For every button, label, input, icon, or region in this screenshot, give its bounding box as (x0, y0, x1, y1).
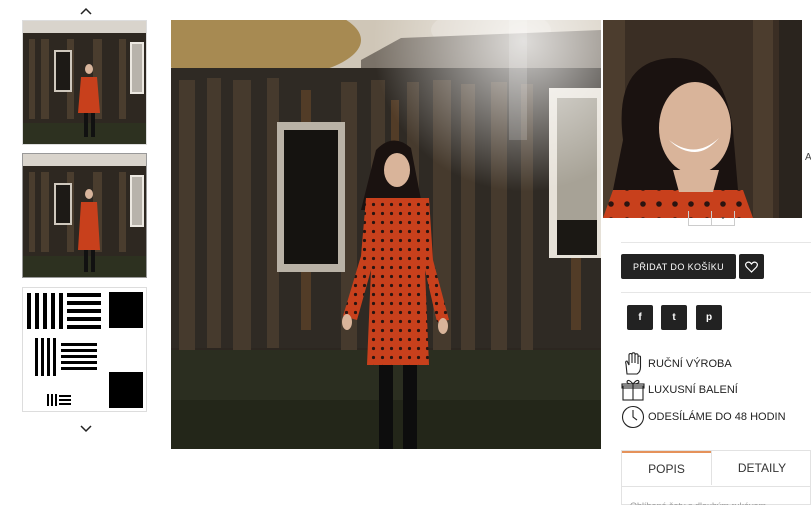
pinterest-icon: p (705, 312, 713, 323)
tab-description[interactable]: POPIS (622, 451, 711, 485)
feature-luxury-packaging-label: LUXUSNÍ BALENÍ (648, 384, 738, 396)
thumbnail-pattern-3 (23, 288, 146, 411)
product-page: ⌄ AS PŘIDAT DO KOŠÍKU f t p RUČNÍ VÝROBA… (0, 0, 811, 505)
main-product-image[interactable] (171, 20, 601, 449)
quantity-decrease-icon[interactable]: ⌄ (712, 211, 734, 225)
clock-icon (621, 405, 645, 429)
divider (621, 242, 811, 243)
quantity-stepper[interactable]: ⌄ (688, 211, 735, 226)
add-to-cart-button[interactable]: PŘIDAT DO KOŠÍKU (621, 254, 736, 279)
zoom-photo (603, 20, 802, 218)
wishlist-button[interactable] (739, 254, 764, 279)
twitter-share-button[interactable]: t (661, 305, 687, 330)
thumbnail-2[interactable] (22, 153, 147, 278)
tab-details[interactable]: DETAILY (711, 451, 811, 485)
twitter-icon: t (672, 312, 676, 323)
feature-handmade: RUČNÍ VÝROBA (621, 352, 732, 376)
chevron-up-icon (80, 7, 92, 15)
pinterest-share-button[interactable]: p (696, 305, 722, 330)
facebook-icon: f (638, 312, 642, 323)
thumbnail-3[interactable] (22, 287, 147, 412)
thumbnails-up-button[interactable] (72, 3, 100, 19)
thumbnail-photo-2 (23, 154, 146, 277)
product-tabs: POPIS DETAILY Oblíbené šaty s dlouhým ru… (621, 450, 811, 505)
thumbnails-down-button[interactable] (72, 421, 100, 437)
chevron-down-icon (80, 425, 92, 433)
feature-shipping-label: ODESÍLÁME DO 48 HODIN (648, 411, 786, 423)
heart-icon (745, 261, 758, 273)
feature-luxury-packaging: LUXUSNÍ BALENÍ (621, 378, 738, 402)
facebook-share-button[interactable]: f (627, 305, 653, 330)
feature-handmade-label: RUČNÍ VÝROBA (648, 358, 732, 370)
feature-shipping: ODESÍLÁME DO 48 HODIN (621, 405, 786, 429)
variant-label-fragment: AS (805, 152, 811, 163)
zoom-preview (603, 20, 802, 218)
divider (621, 292, 811, 293)
thumbnail-1[interactable] (22, 20, 147, 145)
product-photo (171, 20, 601, 449)
gift-icon (621, 379, 645, 401)
tab-content-preview: Oblíbené šaty s dlouhým rukávem (622, 486, 810, 505)
quantity-value[interactable] (689, 211, 712, 225)
hand-icon (625, 352, 642, 375)
thumbnail-photo-1 (23, 21, 146, 144)
